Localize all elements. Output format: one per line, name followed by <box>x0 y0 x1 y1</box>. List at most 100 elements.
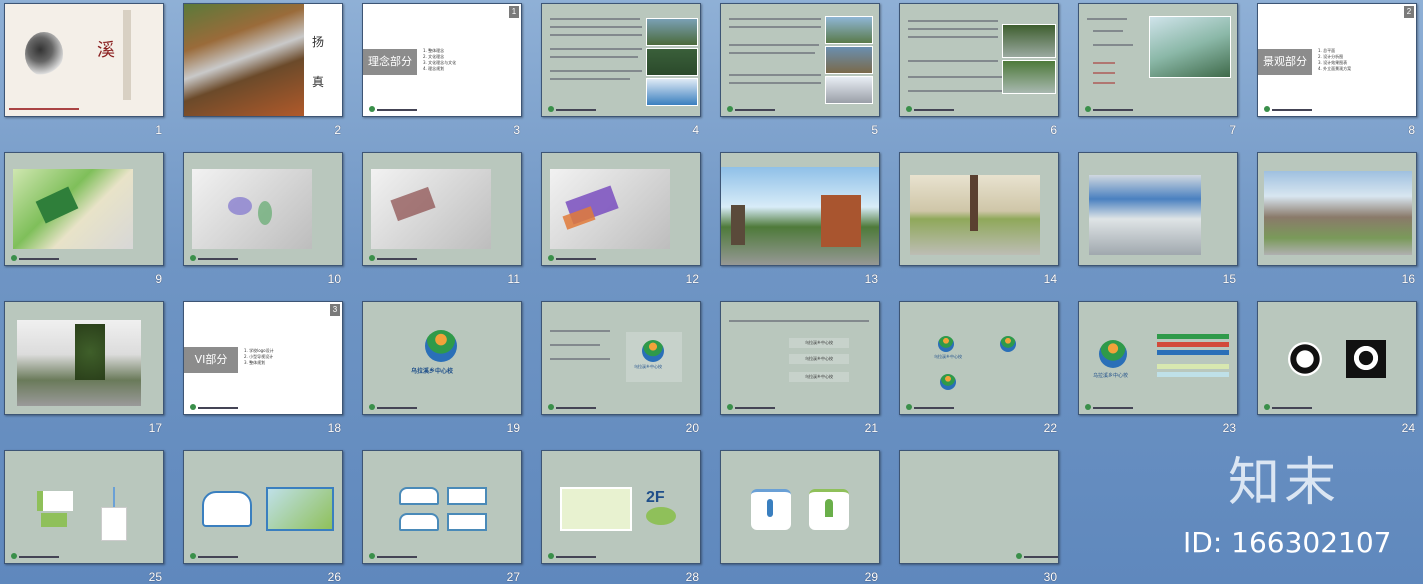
slide-number: 6 <box>1050 123 1057 137</box>
id-card <box>37 491 73 511</box>
slide-number: 7 <box>1229 123 1236 137</box>
slide-thumbnail[interactable] <box>362 152 522 266</box>
slide-thumbnail[interactable]: 乌拉溪乡中心校 乌拉溪乡中心校 乌拉溪乡中心校 <box>720 301 880 415</box>
sign-board <box>202 491 252 527</box>
school-logo-icon <box>425 330 457 362</box>
section-title: 景观部分 <box>1258 49 1312 75</box>
door-sign <box>447 487 487 505</box>
floor-badge <box>646 507 676 525</box>
footer-text <box>1272 407 1312 409</box>
slide-thumbnail[interactable] <box>720 152 880 266</box>
section-title: 理念部分 <box>363 49 417 75</box>
slide-thumbnail[interactable]: 溪 <box>4 3 164 117</box>
text-block <box>550 344 600 346</box>
slide-thumbnail[interactable]: 乌拉溪乡中心校 <box>1078 301 1238 415</box>
slide-thumbnail[interactable] <box>183 152 343 266</box>
footer-text <box>1272 109 1312 111</box>
slide-thumbnail[interactable]: 3 VI部分 1. 学校logo设计 2. 小型导视设计 3. 整体规划 <box>183 301 343 415</box>
logo-name: 乌拉溪乡中心校 <box>934 354 962 359</box>
landscape-photo <box>646 78 698 106</box>
text-block <box>1093 82 1115 84</box>
slide-thumbnail[interactable] <box>183 450 343 564</box>
list-item: 4. 外立面景观方案 <box>1318 66 1352 71</box>
watermark-id: ID: 166302107 <box>1183 526 1392 559</box>
school-logo-icon <box>938 336 954 352</box>
female-icon <box>825 499 833 517</box>
slide-thumbnail[interactable] <box>899 450 1059 564</box>
slide-thumbnail[interactable]: 乌拉溪乡中心校 <box>541 301 701 415</box>
slide-thumbnail[interactable] <box>362 450 522 564</box>
ink-wash-art <box>25 32 63 76</box>
footer-text <box>556 556 596 558</box>
slide-thumbnail[interactable] <box>1257 152 1417 266</box>
slide-number: 3 <box>513 123 520 137</box>
lanyard-badge <box>101 507 127 541</box>
footer-logo-icon <box>11 553 17 559</box>
footer-text <box>198 407 238 409</box>
text-block <box>1093 44 1133 46</box>
slide-thumbnail[interactable]: 乌拉溪乡中心校 <box>899 301 1059 415</box>
footer-logo-icon <box>369 553 375 559</box>
text-block <box>908 28 998 30</box>
slide-thumbnail[interactable] <box>899 3 1059 117</box>
slide-number: 22 <box>1043 421 1057 435</box>
logo-monochrome-icon <box>1288 342 1322 376</box>
slide-number: 19 <box>506 421 520 435</box>
text-block <box>1093 30 1123 32</box>
slide-number: 18 <box>327 421 341 435</box>
slide-thumbnail[interactable] <box>1078 152 1238 266</box>
footer-logo-icon <box>1264 106 1270 112</box>
landscape-photo <box>646 48 698 76</box>
gate-pillar <box>731 205 745 245</box>
slide-number: 30 <box>1043 570 1057 584</box>
footer-text <box>914 407 954 409</box>
landscape-photo <box>825 76 873 104</box>
slide-thumbnail[interactable] <box>4 152 164 266</box>
footer-logo-icon <box>548 553 554 559</box>
slide-number: 23 <box>1222 421 1236 435</box>
section-list: 1. 总平面 2. 设计分析图 3. 设计效果图表 4. 外立面景观方案 <box>1318 48 1351 72</box>
footer-logo-icon <box>1085 404 1091 410</box>
slide-thumbnail[interactable] <box>720 450 880 564</box>
male-icon <box>767 499 773 517</box>
footer-text <box>377 407 417 409</box>
slide-thumbnail[interactable] <box>4 450 164 564</box>
color-swatch <box>1157 350 1229 355</box>
footer-logo-icon <box>906 106 912 112</box>
slide-thumbnail[interactable] <box>1078 3 1238 117</box>
floor-plan-sign <box>560 487 632 531</box>
text-block <box>729 26 821 28</box>
slide-thumbnail[interactable] <box>720 3 880 117</box>
text-block <box>550 78 630 80</box>
logo-name: 乌拉溪乡中心校 <box>1093 373 1129 379</box>
slide-thumbnail[interactable]: 2 景观部分 1. 总平面 2. 设计分析图 3. 设计效果图表 4. 外立面景… <box>1257 3 1417 117</box>
text-block <box>550 48 642 50</box>
slide-number: 14 <box>1043 272 1057 286</box>
slide-number: 21 <box>864 421 878 435</box>
footer-text <box>198 556 238 558</box>
footer-logo-icon <box>548 106 554 112</box>
text-block <box>729 44 819 46</box>
footer-logo-icon <box>369 255 375 261</box>
footer-text <box>735 109 775 111</box>
slide-thumbnail[interactable] <box>1257 301 1417 415</box>
slide-thumbnail[interactable] <box>899 152 1059 266</box>
slide-thumbnail[interactable]: 扬 真 <box>183 3 343 117</box>
slide-thumbnail[interactable] <box>541 3 701 117</box>
door-sign <box>399 513 439 531</box>
slide-number: 9 <box>155 272 162 286</box>
zone-highlight <box>258 201 272 225</box>
text-block <box>908 20 998 22</box>
slide-thumbnail[interactable]: 2F <box>541 450 701 564</box>
zone-highlight <box>228 197 252 215</box>
footer-text <box>914 109 954 111</box>
slide-thumbnail[interactable] <box>4 301 164 415</box>
footer-logo-icon <box>190 553 196 559</box>
text-block <box>729 74 821 76</box>
footer-logo-icon <box>190 255 196 261</box>
slide-title: 扬 真 <box>312 35 325 89</box>
slide-thumbnail[interactable]: 1 理念部分 1. 整体理念 2. 文化理念 3. 文化理念与文化 4. 理念规… <box>362 3 522 117</box>
slide-thumbnail[interactable] <box>541 152 701 266</box>
slide-thumbnail[interactable]: 乌拉溪乡中心校 <box>362 301 522 415</box>
text-block <box>1087 18 1127 20</box>
